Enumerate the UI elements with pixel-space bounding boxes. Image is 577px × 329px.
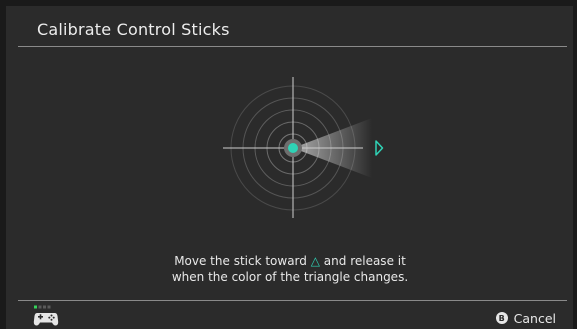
calibration-screen: Calibrate Control Sticks Move the stick … — [0, 0, 577, 329]
player-indicator-light-1 — [34, 305, 37, 309]
triangle-outline-icon: △ — [310, 254, 320, 268]
instruction-line-2: when the color of the triangle changes. — [171, 270, 409, 284]
player-indicator-light-3 — [43, 305, 46, 309]
footer-divider — [18, 300, 567, 301]
controller-status — [33, 305, 59, 326]
controller-icon — [33, 313, 59, 326]
cancel-label: Cancel — [513, 310, 556, 326]
player-indicator — [34, 305, 51, 309]
b-button-icon: B — [495, 312, 508, 324]
stick-position-dot — [288, 143, 298, 153]
instruction-line-1-end: and release it — [323, 254, 406, 268]
instruction-line-1-start: Move the stick toward — [174, 254, 307, 268]
player-indicator-light-2 — [38, 305, 42, 309]
instruction-line-1: Move the stick toward △ and release it — [140, 253, 440, 269]
instruction-text: Move the stick toward △ and release it w… — [140, 253, 440, 285]
player-indicator-light-4 — [47, 305, 51, 309]
cancel-button[interactable]: B Cancel — [495, 310, 556, 326]
